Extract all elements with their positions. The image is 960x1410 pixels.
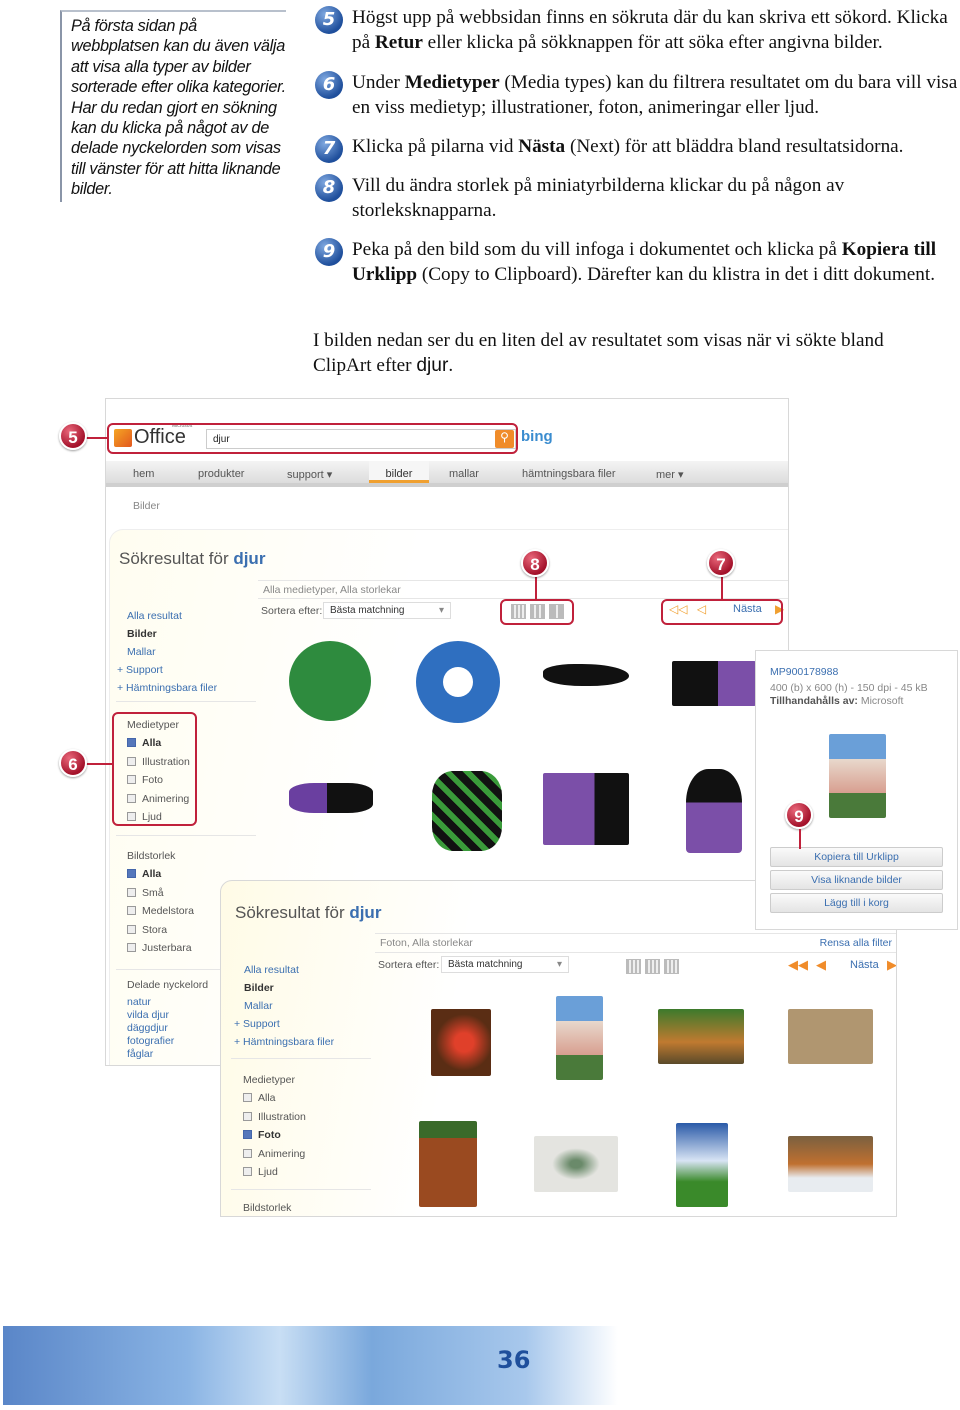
chevron-down-icon: ▾ — [438, 605, 444, 616]
image-provider: Tillhandahålls av: Microsoft — [770, 695, 904, 707]
intro-paragraph: I bilden nedan ser du en liten del av re… — [313, 330, 884, 376]
clipart-sun-sea[interactable] — [416, 641, 500, 723]
step-6: 6 Under Medietyper (Media types) kan du f… — [315, 70, 960, 120]
footer-banner: 36 — [3, 1326, 618, 1405]
callout-7: 7 — [707, 549, 735, 577]
photo-landscape[interactable] — [676, 1123, 728, 1207]
keyword-link[interactable]: natur — [127, 996, 208, 1009]
step-badge: 7 — [315, 135, 343, 163]
step-badge: 6 — [315, 71, 343, 99]
clipart-lizards[interactable] — [432, 771, 502, 851]
results-title: Sökresultat för djur — [119, 549, 266, 568]
image-detail-panel: MP900178988 400 (b) x 600 (h) - 150 dpi … — [755, 650, 958, 930]
nav-bilder[interactable]: bilder — [369, 461, 429, 483]
nav-produkter[interactable]: produkter — [198, 468, 244, 480]
screenshot-photo-results: Sökresultat för djur Foton, Alla storlek… — [220, 880, 897, 1217]
sort-select[interactable]: Bästa matchning ▾ — [441, 956, 569, 973]
size-stora[interactable]: Stora — [127, 921, 194, 939]
nav-mer[interactable]: mer ▾ — [656, 468, 684, 481]
clipart-swordfish[interactable] — [289, 783, 373, 813]
image-info: 400 (b) x 600 (h) - 150 dpi - 45 kB — [770, 682, 928, 694]
callout-5: 5 — [59, 422, 87, 450]
pager: ◀◀ ◀ Nästa ▶ — [788, 957, 896, 973]
size-sma[interactable]: Små — [127, 884, 194, 902]
shared-keywords: Delade nyckelord natur vilda djur däggdj… — [127, 979, 209, 1061]
callout-outline-mediatypes — [112, 712, 197, 826]
image-id[interactable]: MP900178988 — [770, 666, 838, 678]
callout-8: 8 — [521, 549, 549, 577]
clipart-animal[interactable] — [672, 661, 756, 706]
filter-summary: Alla medietyper, Alla storlekar — [263, 584, 401, 596]
cow-photo[interactable] — [829, 734, 886, 818]
prev-page-icon[interactable]: ◀ — [816, 957, 826, 972]
size-alla[interactable]: Alla — [127, 865, 194, 883]
results-title: Sökresultat för djur — [235, 903, 382, 922]
first-page-icon[interactable]: ◀◀ — [788, 957, 808, 972]
sidebar-note: På första sidan på webbplatsen kan du äv… — [60, 10, 286, 202]
photo-snake[interactable] — [788, 1009, 873, 1064]
callout-6: 6 — [59, 749, 87, 777]
sort-label: Sortera efter: — [378, 959, 440, 971]
sort-select[interactable]: Bästa matchning ▾ — [323, 602, 451, 619]
sort-label: Sortera efter: — [261, 605, 323, 617]
step-badge: 9 — [315, 238, 343, 266]
chevron-down-icon: ▾ — [556, 959, 562, 970]
leftnav-hamtningsbara[interactable]: + Hämtningsbara filer — [117, 679, 217, 697]
callout-outline-size — [500, 599, 574, 625]
photo-cow[interactable] — [556, 996, 603, 1080]
nav-bar: hem produkter support ▾ bilder mallar hä… — [106, 461, 788, 487]
thumbnail-size-buttons — [626, 959, 683, 979]
filter-summary: Foton, Alla storlekar — [380, 937, 473, 949]
left-nav: Alla resultat Bilder Mallar + Support + … — [234, 964, 335, 1048]
bing-logo: bing — [521, 428, 553, 445]
size-justerbara[interactable]: Justerbara — [127, 939, 194, 957]
clear-filters-link[interactable]: Rensa alla filter — [820, 937, 892, 949]
photo-fox[interactable] — [788, 1136, 873, 1192]
leftnav-alla-resultat[interactable]: Alla resultat — [127, 607, 217, 625]
nav-support[interactable]: support ▾ — [287, 468, 332, 481]
size-small-icon[interactable] — [626, 959, 641, 974]
show-similar-button[interactable]: Visa liknande bilder — [770, 870, 943, 890]
clipart-dinosaur[interactable] — [289, 641, 371, 721]
nav-hem[interactable]: hem — [133, 468, 154, 480]
next-page-icon[interactable]: ▶ — [887, 957, 896, 973]
size-medelstora[interactable]: Medelstora — [127, 902, 194, 920]
breadcrumb[interactable]: Bilder — [133, 500, 160, 512]
photo-insects[interactable] — [534, 1136, 618, 1192]
step-9: 9 Peka på den bild som du vill infoga i d… — [315, 237, 960, 287]
callout-9: 9 — [785, 801, 813, 829]
page-number: 36 — [497, 1346, 531, 1374]
mediatype-filter: Medietyper Alla Illustration Foto Animer… — [243, 1074, 306, 1179]
nav-mallar[interactable]: mallar — [449, 468, 479, 480]
step-badge: 8 — [315, 174, 343, 202]
keyword-link[interactable]: vilda djur — [127, 1009, 208, 1022]
nav-hamtningsbara-filer[interactable]: hämtningsbara filer — [522, 468, 616, 480]
clipart-squid[interactable] — [686, 769, 742, 853]
size-filter: Bildstorlek Alla Små Medelstora Stora Ju… — [127, 847, 194, 957]
leftnav-mallar[interactable]: Mallar — [127, 643, 217, 661]
keyword-link[interactable]: däggdjur — [127, 1022, 208, 1035]
left-nav: Alla resultat Bilder Mallar + Support + … — [117, 607, 217, 697]
next-link[interactable]: Nästa — [850, 959, 879, 971]
step-badge: 5 — [315, 6, 343, 34]
clipart-scorpion[interactable] — [543, 773, 629, 845]
leftnav-bilder[interactable]: Bilder — [127, 625, 217, 643]
add-to-basket-button[interactable]: Lägg till i korg — [770, 893, 943, 913]
leftnav-support[interactable]: + Support — [117, 661, 217, 679]
step-8: 8 Vill du ändra storlek på miniatyrbilder… — [315, 173, 960, 223]
size-medium-icon[interactable] — [645, 959, 660, 974]
photo-flamingo[interactable] — [431, 1009, 491, 1076]
size-large-icon[interactable] — [664, 959, 679, 974]
step-5: 5 Högst upp på webbsidan finns en sökruta… — [315, 5, 960, 55]
callout-outline-pager — [661, 599, 783, 625]
keyword-link[interactable]: fåglar — [127, 1048, 208, 1061]
photo-orangutan[interactable] — [419, 1121, 477, 1207]
callout-outline-search — [107, 423, 518, 454]
keyword-link[interactable]: fotografier — [127, 1035, 208, 1048]
step-7: 7 Klicka på pilarna vid Nästa (Next) för … — [315, 134, 960, 163]
photo-tigers[interactable] — [658, 1009, 744, 1064]
copy-to-clipboard-button[interactable]: Kopiera till Urklipp — [770, 847, 943, 867]
clipart-bird-fish[interactable] — [543, 664, 629, 686]
